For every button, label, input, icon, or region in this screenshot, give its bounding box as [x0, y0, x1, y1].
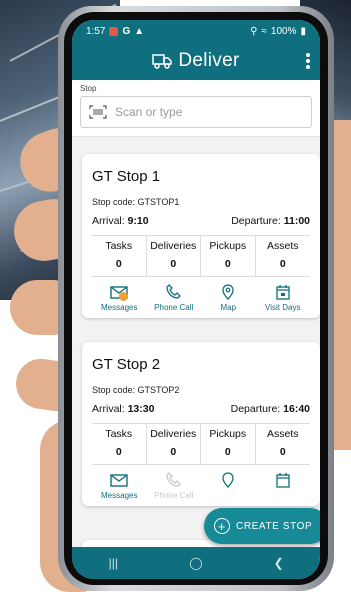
home-icon[interactable]: ◯ [181, 556, 211, 570]
map-pin-icon [222, 472, 234, 488]
stat-assets: Assets 0 [266, 428, 299, 458]
kebab-menu-icon[interactable] [306, 53, 310, 69]
search-placeholder: Scan or type [115, 105, 183, 119]
location-icon: ⚲ [250, 25, 258, 37]
mail-icon [110, 474, 128, 487]
status-bar: 1:57 G ▲ ⚲ ≈ 100% ▮ [72, 20, 320, 42]
stat-pickups: Pickups 0 [201, 424, 256, 464]
stop-name: GT Stop 2 [92, 356, 161, 373]
stop-search: Stop Scan or type [72, 80, 320, 137]
messages-button[interactable]: Messages [92, 284, 147, 312]
stop-code: Stop code: GTSTOP1 [92, 197, 180, 207]
stat-deliveries: Deliveries 0 [147, 424, 201, 464]
scene: 1:57 G ▲ ⚲ ≈ 100% ▮ Deliver Stop Scan or… [0, 0, 351, 592]
visit-days-button[interactable]: Visit Days [256, 284, 311, 312]
stat-assets: Assets 0 [266, 240, 299, 270]
phone-screen: 1:57 G ▲ ⚲ ≈ 100% ▮ Deliver Stop Scan or… [72, 20, 320, 579]
stat-tasks: Tasks 0 [92, 424, 147, 464]
stop-card[interactable]: GT Stop 1 Stop code: GTSTOP1 Arrival: 9:… [82, 154, 320, 318]
app-title: Deliver [178, 50, 240, 71]
stop-code: Stop code: GTSTOP2 [92, 385, 180, 395]
stop-name: GT Stop 1 [92, 168, 161, 185]
create-stop-label: CREATE STOP [236, 520, 313, 532]
wifi-icon: ≈ [261, 25, 267, 37]
departure: Departure: 11:00 [231, 215, 310, 227]
truck-icon [152, 54, 173, 69]
stop-actions: Messages Phone Call [92, 465, 310, 500]
stat-pickups: Pickups 0 [201, 236, 256, 276]
battery-icon: ▮ [300, 25, 306, 37]
calendar-icon [276, 285, 290, 300]
status-time: 1:57 [86, 25, 106, 37]
app-notification-icon: ▲ [134, 25, 145, 37]
phone-bezel: 1:57 G ▲ ⚲ ≈ 100% ▮ Deliver Stop Scan or… [64, 12, 328, 585]
stop-times: Arrival: 13:30 Departure: 16:40 [92, 403, 310, 415]
stat-tasks: Tasks 0 [92, 236, 147, 276]
back-icon[interactable]: ❮ [264, 556, 294, 570]
phone-icon [166, 472, 181, 487]
stop-stats: Tasks 0 Deliveries 0 Pickups 0 Assets 0 [92, 423, 310, 465]
app-bar: Deliver [72, 42, 320, 80]
recent-apps-icon[interactable]: ||| [98, 556, 128, 570]
calendar-icon [276, 473, 290, 488]
stop-stats: Tasks 0 Deliveries 0 Pickups 0 Assets 0 [92, 235, 310, 277]
arrival: Arrival: 9:10 [92, 215, 149, 227]
search-input[interactable]: Scan or type [80, 96, 312, 128]
map-button[interactable]: Map [201, 284, 256, 312]
create-stop-button[interactable]: + CREATE STOP [204, 508, 320, 544]
visit-days-button[interactable] [256, 472, 311, 500]
stop-card[interactable]: GT Stop 2 Stop code: GTSTOP2 Arrival: 13… [82, 342, 320, 506]
barcode-scan-icon[interactable] [89, 105, 107, 119]
notification-icon [109, 26, 119, 36]
plus-circle-icon: + [214, 518, 230, 534]
unread-badge [119, 292, 128, 301]
stop-times: Arrival: 9:10 Departure: 11:00 [92, 215, 310, 227]
stat-deliveries: Deliveries 0 [147, 236, 201, 276]
battery-percent: 100% [270, 25, 297, 37]
phone-frame: 1:57 G ▲ ⚲ ≈ 100% ▮ Deliver Stop Scan or… [58, 6, 334, 591]
map-pin-icon [222, 284, 234, 300]
phone-call-button[interactable]: Phone Call [147, 472, 202, 500]
phone-call-button[interactable]: Phone Call [147, 284, 202, 312]
arrival: Arrival: 13:30 [92, 403, 155, 415]
map-button[interactable] [201, 472, 256, 500]
search-label: Stop [80, 84, 97, 93]
system-nav-bar: ||| ◯ ❮ [72, 547, 320, 579]
stop-actions: Messages Phone Call Map Visit Days [92, 277, 310, 312]
messages-button[interactable]: Messages [92, 472, 147, 500]
departure: Departure: 16:40 [230, 403, 310, 415]
google-icon: G [122, 25, 131, 37]
phone-icon [166, 284, 181, 299]
